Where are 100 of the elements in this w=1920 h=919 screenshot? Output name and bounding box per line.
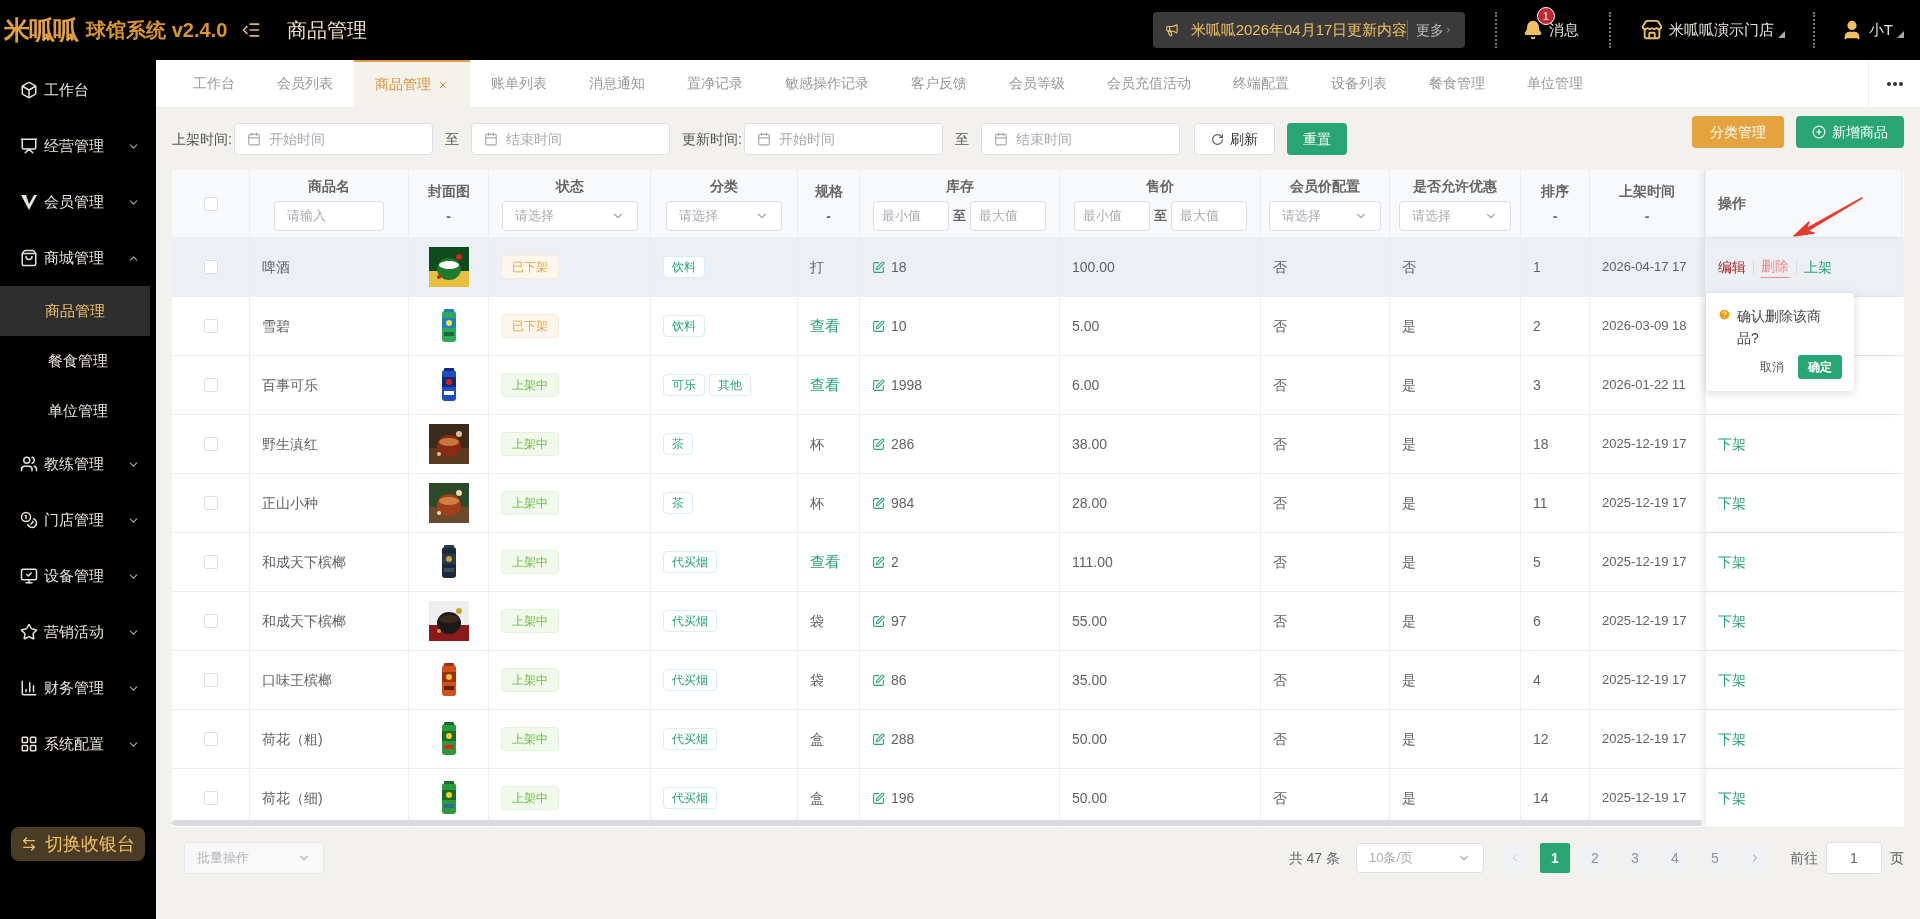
max-field[interactable]: 最大值 — [970, 201, 1046, 231]
tab[interactable]: 会员列表 — [256, 60, 354, 107]
notice-bar[interactable]: 米呱呱2026年04月17日更新内容 更多 — [1152, 12, 1465, 48]
table-row[interactable]: 野生滇红 上架中 茶 杯 286 38.00 否 是 18 2025-12-19 17 下架 — [172, 415, 1904, 474]
sidebar-item[interactable]: 设备管理 — [0, 553, 156, 599]
tab[interactable]: 消息通知 — [568, 60, 666, 107]
action-link[interactable]: 下架 — [1718, 551, 1746, 573]
tab[interactable]: 终端配置 — [1212, 60, 1310, 107]
tab[interactable]: 客户反馈 — [890, 60, 988, 107]
filter-select[interactable]: 请选择 — [501, 201, 638, 231]
sidebar-item[interactable]: 财务管理 — [0, 665, 156, 711]
sidebar-item[interactable]: 营销活动 — [0, 609, 156, 655]
confirm-button[interactable]: 确定 — [1798, 355, 1842, 379]
min-field[interactable]: 最小值 — [873, 201, 949, 231]
refresh-button[interactable]: 刷新 — [1193, 123, 1275, 155]
view-link[interactable]: 查看 — [810, 373, 840, 397]
sidebar-item[interactable]: 工作台 — [0, 67, 156, 113]
table-row[interactable]: 荷花（粗) 上架中 代买烟 盒 288 50.00 否 是 12 2025-12-19 17 下架 — [172, 710, 1904, 769]
table-row[interactable]: 和成天下槟榔 上架中 代买烟 查看 2 111.00 否 是 5 2025-12-19 17 下架 — [172, 533, 1904, 592]
edit-icon[interactable] — [872, 319, 885, 333]
prev-page-button[interactable] — [1500, 843, 1530, 873]
store-selector[interactable]: 米呱呱演示门店 — [1668, 18, 1774, 42]
edit-icon[interactable] — [872, 791, 885, 805]
tab[interactable]: 置净记录 — [666, 60, 764, 107]
batch-action-select[interactable]: 批量操作 — [184, 842, 324, 874]
edit-icon[interactable] — [872, 732, 885, 746]
tab[interactable]: 会员充值活动 — [1086, 60, 1212, 107]
checkbox[interactable] — [203, 196, 218, 211]
max-field[interactable]: 最大值 — [1170, 201, 1247, 231]
page-button[interactable]: 4 — [1660, 843, 1690, 873]
edit-icon[interactable] — [872, 673, 885, 687]
tab[interactable]: 商品管理 — [354, 60, 470, 107]
checkbox[interactable] — [203, 319, 218, 333]
edit-icon[interactable] — [872, 437, 885, 451]
submenu-item[interactable]: 餐食管理 — [0, 336, 156, 386]
next-page-button[interactable] — [1740, 843, 1770, 873]
sidebar-item[interactable]: 商城管理 — [0, 235, 156, 281]
tab[interactable]: 会员等级 — [988, 60, 1086, 107]
tab[interactable]: 餐食管理 — [1408, 60, 1506, 107]
table-row[interactable]: 啤酒 已下架 饮料 打 18 100.00 否 否 1 2026-04-17 17 编辑 删除 上架 — [172, 238, 1904, 297]
cancel-button[interactable]: 取消 — [1760, 358, 1784, 376]
page-button[interactable]: 2 — [1580, 843, 1610, 873]
view-link[interactable]: 查看 — [810, 314, 840, 338]
filter-select[interactable]: 请选择 — [1269, 201, 1381, 231]
checkbox[interactable] — [203, 791, 218, 805]
reset-button[interactable]: 重置 — [1286, 123, 1347, 155]
action-link[interactable]: 下架 — [1718, 433, 1746, 455]
date-field[interactable]: 开始时间 — [743, 123, 943, 155]
action-link[interactable]: 下架 — [1718, 728, 1746, 750]
menu-fold-icon[interactable] — [241, 20, 262, 40]
filter-select[interactable]: 请选择 — [1399, 201, 1511, 231]
submenu-item[interactable]: 单位管理 — [0, 386, 156, 436]
page-size-select[interactable]: 10条/页 — [1356, 843, 1484, 873]
table-row[interactable]: 口味王槟榔 上架中 代买烟 袋 86 35.00 否 是 4 2025-12-19 17 下架 — [172, 651, 1904, 710]
checkbox[interactable] — [203, 496, 218, 510]
checkbox[interactable] — [203, 437, 218, 451]
tab[interactable]: 敏感操作记录 — [764, 60, 890, 107]
edit-icon[interactable] — [872, 614, 885, 628]
filter-select[interactable]: 请选择 — [666, 201, 782, 231]
more-link[interactable]: 更多 — [1416, 19, 1445, 41]
action-link[interactable]: 下架 — [1718, 669, 1746, 691]
action-link[interactable]: 编辑 — [1718, 256, 1746, 278]
submenu-item[interactable]: 商品管理 — [0, 286, 150, 336]
tab[interactable]: 设备列表 — [1310, 60, 1408, 107]
tab[interactable]: 单位管理 — [1506, 60, 1604, 107]
sidebar-item[interactable]: 经营管理 — [0, 123, 156, 169]
edit-icon[interactable] — [872, 378, 885, 392]
date-field[interactable]: 开始时间 — [233, 123, 433, 155]
checkbox[interactable] — [203, 378, 218, 392]
checkbox[interactable] — [203, 614, 218, 628]
switch-cashier-button[interactable]: 切换收银台 — [11, 827, 145, 861]
edit-icon[interactable] — [872, 555, 885, 569]
date-field[interactable]: 结束时间 — [470, 123, 670, 155]
checkbox[interactable] — [203, 673, 218, 687]
sidebar-item[interactable]: 系统配置 — [0, 721, 156, 767]
user-menu[interactable]: 小T — [1868, 18, 1893, 42]
checkbox[interactable] — [203, 732, 218, 746]
action-link[interactable]: 下架 — [1718, 610, 1746, 632]
page-button[interactable]: 5 — [1700, 843, 1730, 873]
view-link[interactable]: 查看 — [810, 550, 840, 574]
category-manage-button[interactable]: 分类管理 — [1692, 116, 1784, 148]
edit-icon[interactable] — [872, 260, 885, 274]
edit-icon[interactable] — [872, 496, 885, 510]
date-field[interactable]: 结束时间 — [980, 123, 1180, 155]
action-link[interactable]: 上架 — [1804, 256, 1832, 278]
sidebar-item[interactable]: 会员管理 — [0, 179, 156, 225]
tab[interactable]: 工作台 — [172, 60, 256, 107]
table-row[interactable]: 正山小种 上架中 茶 杯 984 28.00 否 是 11 2025-12-19 17 下架 — [172, 474, 1904, 533]
table-row[interactable]: 荷花（细) 上架中 代买烟 盒 196 50.00 否 是 14 2025-12-19 17 下架 — [172, 769, 1904, 828]
horizontal-scrollbar[interactable] — [172, 820, 1702, 826]
name-filter-field[interactable]: 请输入 — [274, 201, 384, 231]
page-button[interactable]: 3 — [1620, 843, 1650, 873]
action-link[interactable]: 删除 — [1761, 256, 1789, 278]
checkbox[interactable] — [203, 555, 218, 569]
checkbox[interactable] — [203, 260, 218, 274]
min-field[interactable]: 最小值 — [1073, 201, 1150, 231]
tab[interactable]: 账单列表 — [470, 60, 568, 107]
page-button[interactable]: 1 — [1540, 843, 1570, 873]
goto-page-field[interactable]: 1 — [1826, 842, 1882, 874]
bell-icon[interactable] — [1522, 20, 1543, 40]
